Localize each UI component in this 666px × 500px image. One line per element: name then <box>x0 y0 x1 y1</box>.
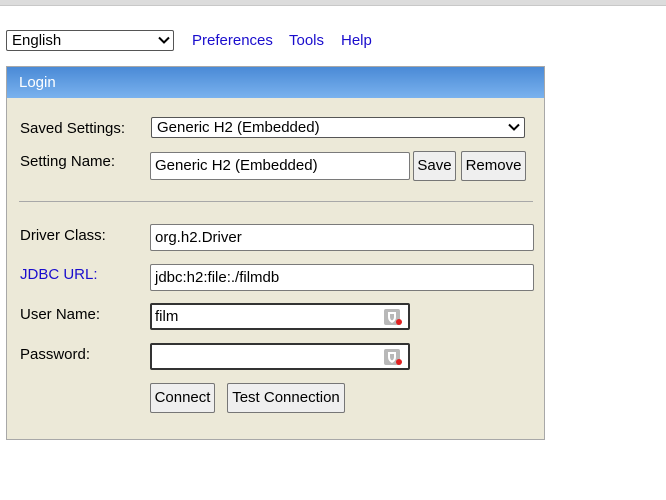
user-name-value: film <box>155 308 179 325</box>
test-connection-button[interactable]: Test Connection <box>227 383 345 413</box>
saved-settings-label: Saved Settings: <box>20 120 126 137</box>
user-name-input[interactable]: film <box>150 303 410 330</box>
connect-button[interactable]: Connect <box>150 383 215 413</box>
panel-title: Login <box>7 67 544 98</box>
login-panel: Login Saved Settings: Generic H2 (Embedd… <box>6 66 545 440</box>
driver-class-input[interactable]: org.h2.Driver <box>150 224 534 251</box>
setting-name-input[interactable]: Generic H2 (Embedded) <box>150 152 410 180</box>
chevron-down-icon <box>507 120 521 134</box>
setting-name-value: Generic H2 (Embedded) <box>155 157 318 174</box>
tools-link[interactable]: Tools <box>289 32 324 49</box>
password-label: Password: <box>20 346 91 363</box>
chevron-down-icon <box>157 33 171 47</box>
preferences-link[interactable]: Preferences <box>192 32 273 49</box>
jdbc-url-value: jdbc:h2:file:./filmdb <box>155 269 280 286</box>
user-name-label: User Name: <box>20 306 101 323</box>
setting-name-label: Setting Name: <box>20 153 116 170</box>
saved-settings-value: Generic H2 (Embedded) <box>157 119 320 136</box>
password-manager-icon[interactable] <box>383 308 403 326</box>
driver-class-value: org.h2.Driver <box>155 229 242 246</box>
driver-class-label: Driver Class: <box>20 227 106 244</box>
help-link[interactable]: Help <box>341 32 372 49</box>
jdbc-url-label[interactable]: JDBC URL: <box>20 266 98 283</box>
saved-settings-select[interactable]: Generic H2 (Embedded) <box>151 117 525 138</box>
browser-top-strip <box>0 0 666 6</box>
divider <box>19 201 533 202</box>
remove-button[interactable]: Remove <box>461 151 526 181</box>
jdbc-url-input[interactable]: jdbc:h2:file:./filmdb <box>150 264 534 291</box>
language-select[interactable]: English <box>6 30 174 51</box>
save-button[interactable]: Save <box>413 151 456 181</box>
language-select-value: English <box>12 32 62 49</box>
password-input[interactable] <box>150 343 410 370</box>
password-manager-icon[interactable] <box>383 348 403 366</box>
